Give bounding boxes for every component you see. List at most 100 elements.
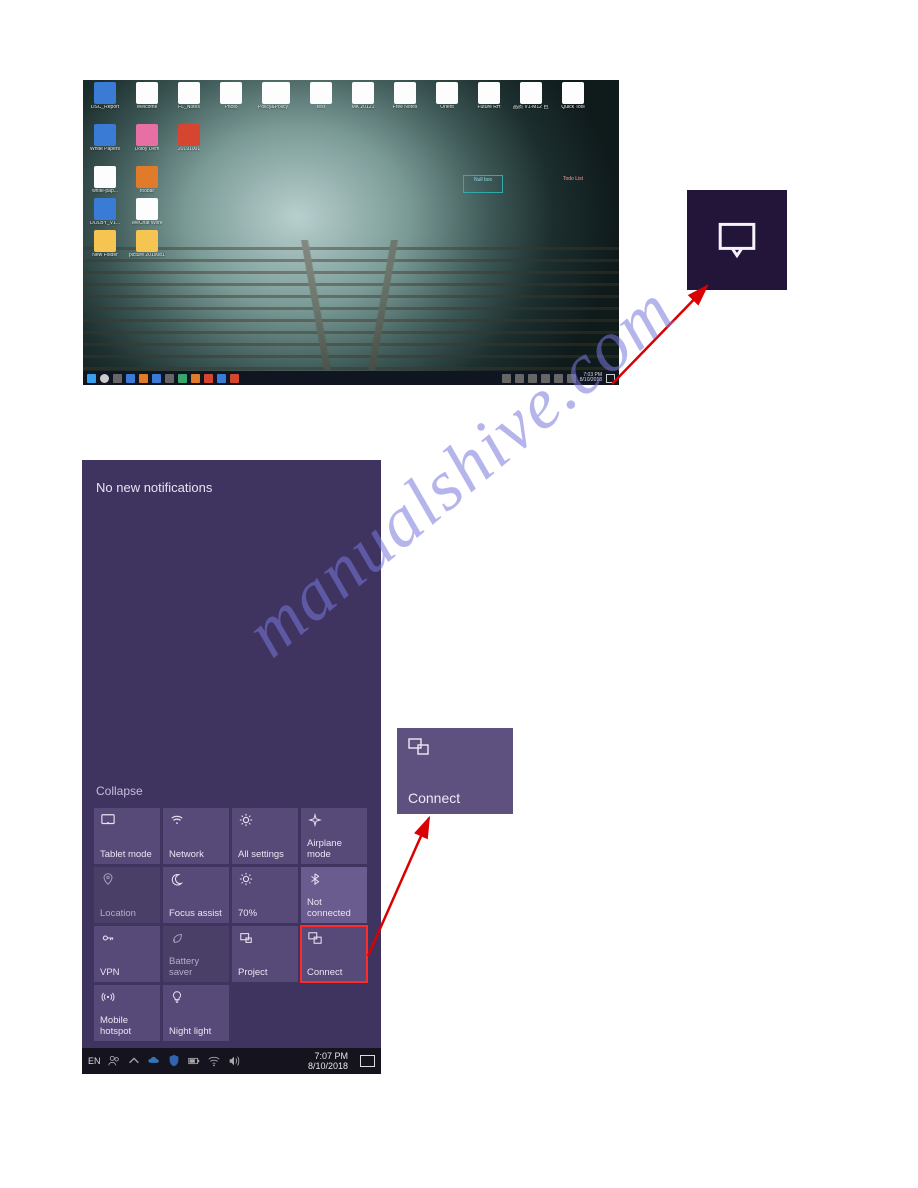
taskbar-app-icon[interactable] xyxy=(178,374,187,383)
desktop-icon[interactable]: 20191001 xyxy=(171,124,207,152)
taskbar-app-icon[interactable] xyxy=(217,374,226,383)
quick-action-brightness[interactable]: 70% xyxy=(232,867,298,923)
leaf-icon xyxy=(169,931,185,945)
project-icon xyxy=(238,931,254,945)
desktop-icon-row-5: New Folder picture 20190816 xyxy=(87,230,165,258)
desktop-icon[interactable]: Welcome xyxy=(129,82,165,110)
callout-arrow-top xyxy=(612,278,722,388)
wifi-icon[interactable] xyxy=(207,1054,221,1068)
quick-action-label: Tablet mode xyxy=(100,849,154,860)
connect-icon xyxy=(307,931,323,945)
task-view-icon[interactable] xyxy=(113,374,122,383)
battery-icon[interactable] xyxy=(187,1054,201,1068)
quick-action-label: Network xyxy=(169,849,223,860)
wallpaper-rails xyxy=(83,240,619,370)
connect-icon xyxy=(408,738,430,756)
desktop-icon[interactable]: white-pap... xyxy=(87,166,123,194)
desktop-icon[interactable]: DSC_Report xyxy=(87,82,123,110)
desktop-icon[interactable]: DOLBY_V1... xyxy=(87,198,123,226)
quick-action-location[interactable]: Location xyxy=(94,867,160,923)
desktop-icon[interactable]: Future RH xyxy=(471,82,507,110)
desktop-icon[interactable]: 品质 V1-M12 自定项目 xyxy=(513,82,549,110)
quick-action-focus-assist[interactable]: Focus assist xyxy=(163,867,229,923)
desktop-icon[interactable]: Quick Tool xyxy=(555,82,591,110)
volume-icon[interactable] xyxy=(227,1054,241,1068)
sun-icon xyxy=(238,872,254,886)
tray-icon[interactable] xyxy=(567,374,576,383)
quick-action-connect[interactable]: Connect xyxy=(301,926,367,982)
language-indicator[interactable]: EN xyxy=(88,1056,101,1066)
notification-center-button[interactable] xyxy=(606,374,615,383)
desktop-widget-2[interactable]: Todo List xyxy=(553,175,593,193)
quick-action-mobile-hotspot[interactable]: Mobile hotspot xyxy=(94,985,160,1041)
desktop-icon[interactable]: Free Notes xyxy=(387,82,423,110)
wifi-icon xyxy=(169,813,185,827)
desktop-icon[interactable]: WeChat Work xyxy=(129,198,165,226)
desktop-icon[interactable]: picture 20190816 xyxy=(129,230,165,258)
desktop-icon[interactable]: New Folder xyxy=(87,230,123,258)
bt-icon xyxy=(307,872,323,886)
desktop-icon-row-2: White Papers Dolby Dem 20191001 xyxy=(87,124,207,152)
gear-icon xyxy=(238,813,254,827)
search-icon[interactable] xyxy=(100,374,109,383)
moon-icon xyxy=(169,872,185,886)
tray-icon[interactable] xyxy=(528,374,537,383)
desktop-icon-row-4: DOLBY_V1... WeChat Work xyxy=(87,198,165,226)
quick-action-airplane-mode[interactable]: Airplane mode xyxy=(301,808,367,864)
desktop-icon[interactable]: foobar xyxy=(129,166,165,194)
windows-desktop-screenshot: DSC_Report Welcome FL_Notes Photo Policy… xyxy=(83,80,619,385)
taskbar-app-icon[interactable] xyxy=(152,374,161,383)
quick-action-label: Mobile hotspot xyxy=(100,1015,154,1037)
quick-action-project[interactable]: Project xyxy=(232,926,298,982)
taskbar-app-icon[interactable] xyxy=(230,374,239,383)
taskbar-clock[interactable]: 7:07 PM 8/10/2018 xyxy=(308,1051,348,1071)
connect-label: Connect xyxy=(408,790,502,806)
taskbar-bottom: EN 7:07 PM 8/10/2018 xyxy=(82,1048,381,1074)
pin-icon xyxy=(100,872,116,886)
taskbar-app-icon[interactable] xyxy=(139,374,148,383)
desktop-icon[interactable] xyxy=(261,82,297,110)
quick-action-bluetooth[interactable]: Not connected xyxy=(301,867,367,923)
tray-icon[interactable] xyxy=(515,374,524,383)
taskbar-app-icon[interactable] xyxy=(191,374,200,383)
security-icon[interactable] xyxy=(167,1054,181,1068)
desktop-icon-row-3: white-pap... foobar xyxy=(87,166,165,194)
taskbar-clock[interactable]: 7:03 PM 8/10/2018 xyxy=(580,373,602,383)
taskbar-app-icon[interactable] xyxy=(165,374,174,383)
quick-action-tablet-mode[interactable]: Tablet mode xyxy=(94,808,160,864)
desktop-icon[interactable]: FL_Notes xyxy=(171,82,207,110)
chevron-up-icon[interactable] xyxy=(127,1054,141,1068)
collapse-link[interactable]: Collapse xyxy=(96,784,143,798)
quick-action-label: Project xyxy=(238,967,292,978)
key-icon xyxy=(100,931,116,945)
people-icon[interactable] xyxy=(107,1054,121,1068)
quick-action-label: Connect xyxy=(307,967,361,978)
quick-action-label: Airplane mode xyxy=(307,838,361,860)
desktop-icon[interactable]: test xyxy=(303,82,339,110)
quick-action-network[interactable]: Network xyxy=(163,808,229,864)
quick-action-vpn[interactable]: VPN xyxy=(94,926,160,982)
desktop-icon[interactable]: White Papers xyxy=(87,124,123,152)
hotspot-icon xyxy=(100,990,116,1004)
quick-action-label: Battery saver xyxy=(169,956,223,978)
taskbar-app-icon[interactable] xyxy=(204,374,213,383)
quick-action-label: Focus assist xyxy=(169,908,223,919)
tray-icon[interactable] xyxy=(502,374,511,383)
onedrive-icon[interactable] xyxy=(147,1054,161,1068)
tray-icon[interactable] xyxy=(541,374,550,383)
tray-icon[interactable] xyxy=(554,374,563,383)
desktop-icon[interactable]: Dolby Dem xyxy=(129,124,165,152)
action-center-header: No new notifications xyxy=(82,460,381,495)
desktop-icon[interactable]: Photo xyxy=(213,82,249,110)
desktop-icon[interactable]: MK 20121 xyxy=(345,82,381,110)
notification-center-button[interactable] xyxy=(360,1055,375,1067)
start-button[interactable] xyxy=(87,374,96,383)
taskbar-app-icon[interactable] xyxy=(126,374,135,383)
quick-action-night-light[interactable]: Night light xyxy=(163,985,229,1041)
desktop-icon[interactable]: Orient xyxy=(429,82,465,110)
quick-action-battery-saver[interactable]: Battery saver xyxy=(163,926,229,982)
desktop-widget-1[interactable]: Null box xyxy=(463,175,503,193)
quick-action-all-settings[interactable]: All settings xyxy=(232,808,298,864)
quick-action-label: Location xyxy=(100,908,154,919)
notification-center-icon xyxy=(713,216,761,264)
